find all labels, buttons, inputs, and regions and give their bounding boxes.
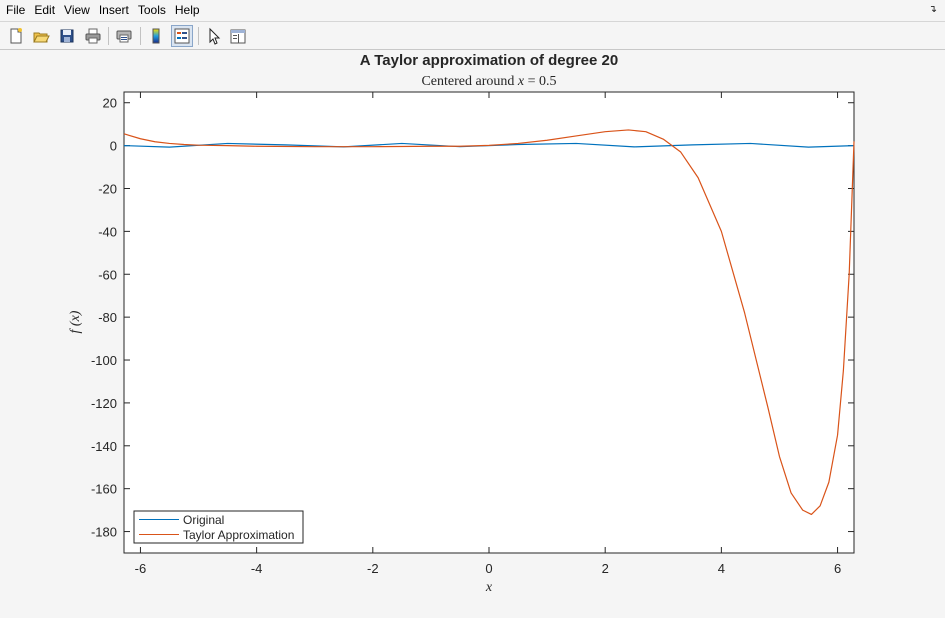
y-tick-label: -60 <box>98 267 117 282</box>
legend-label-taylor: Taylor Approximation <box>183 528 294 542</box>
legend-label-original: Original <box>183 513 224 527</box>
menu-tools[interactable]: Tools <box>132 0 169 20</box>
print-preview-icon[interactable] <box>114 26 134 46</box>
menu-view[interactable]: View <box>58 0 93 20</box>
legend[interactable]: Original Taylor Approximation <box>133 510 304 544</box>
new-figure-icon[interactable] <box>6 26 26 46</box>
x-tick-label: -2 <box>367 561 379 576</box>
menu-file[interactable]: File <box>0 0 28 20</box>
subtitle-prefix: Centered around <box>421 74 517 89</box>
toolbar-separator <box>108 27 109 45</box>
y-tick-label: 0 <box>110 139 117 154</box>
subtitle-rest: = 0.5 <box>524 74 556 89</box>
y-tick-label: -120 <box>91 396 117 411</box>
y-tick-label: -40 <box>98 224 117 239</box>
menu-edit[interactable]: Edit <box>28 0 58 20</box>
x-tick-label: 2 <box>602 561 609 576</box>
chart-subtitle: Centered around x = 0.5 <box>421 74 556 89</box>
property-inspector-icon[interactable] <box>228 26 248 46</box>
x-tick-label: -4 <box>251 561 263 576</box>
legend-icon[interactable] <box>171 25 193 47</box>
y-axis-label: f (x) <box>68 310 83 333</box>
menu-insert[interactable]: Insert <box>93 0 132 20</box>
chart: A Taylor approximation of degree 20 Cent… <box>68 52 855 595</box>
pointer-icon[interactable] <box>204 26 224 46</box>
x-tick-label: 6 <box>834 561 841 576</box>
menu-help[interactable]: Help <box>169 0 203 20</box>
y-tick-label: 20 <box>103 96 117 111</box>
print-icon[interactable] <box>83 26 103 46</box>
x-tick-label: -6 <box>135 561 147 576</box>
y-tick-label: -160 <box>91 482 117 497</box>
y-tick-label: -100 <box>91 353 117 368</box>
figure-toolbar <box>0 21 945 50</box>
plot-area[interactable] <box>123 91 855 554</box>
dock-arrow-icon[interactable]: ↴ <box>929 4 937 15</box>
figure-area: A Taylor approximation of degree 20 Cent… <box>0 49 945 618</box>
y-tick-label: -140 <box>91 439 117 454</box>
x-tick-label: 0 <box>485 561 492 576</box>
chart-title: A Taylor approximation of degree 20 <box>360 52 618 69</box>
toolbar-separator <box>140 27 141 45</box>
menu-bar: File Edit View Insert Tools Help ↴ <box>0 0 945 20</box>
y-tick-label: -180 <box>91 525 117 540</box>
y-tick-label: -80 <box>98 310 117 325</box>
open-file-icon[interactable] <box>31 26 51 46</box>
y-tick-label: -20 <box>98 181 117 196</box>
x-axis-label: x <box>485 580 493 595</box>
toolbar-separator <box>198 27 199 45</box>
save-icon[interactable] <box>57 26 77 46</box>
colorbar-icon[interactable] <box>146 26 166 46</box>
x-tick-label: 4 <box>718 561 725 576</box>
